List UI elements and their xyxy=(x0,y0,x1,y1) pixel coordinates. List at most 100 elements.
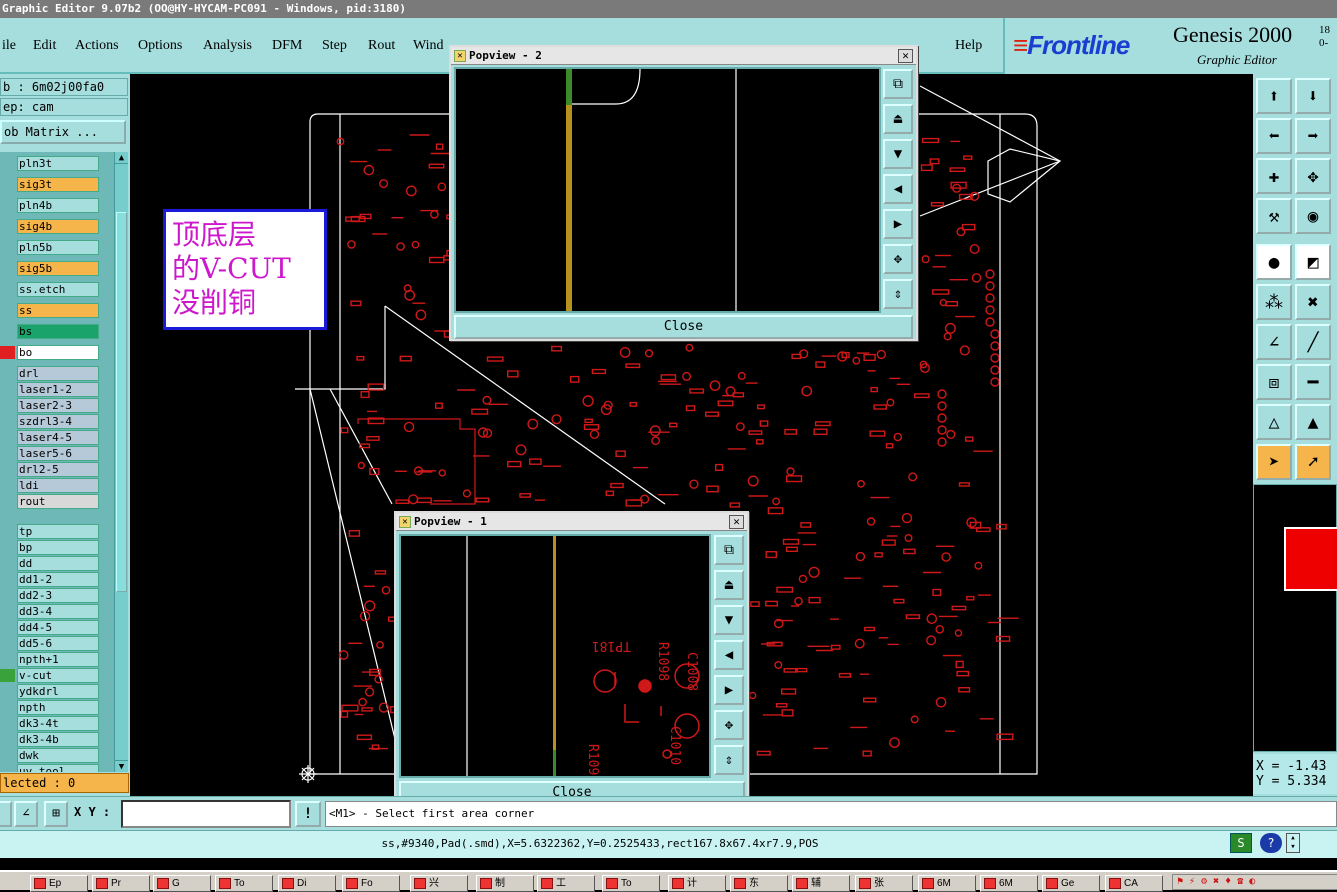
layer-row[interactable]: rout xyxy=(0,494,100,509)
taskbar-item[interactable]: 制 xyxy=(476,875,534,892)
pan-up-icon[interactable]: ⬆ xyxy=(1256,78,1292,114)
layer-row[interactable]: dd4-5 xyxy=(0,620,100,635)
taskbar-item[interactable]: To xyxy=(602,875,660,892)
connect-icon[interactable]: ⁂ xyxy=(1256,284,1292,320)
taskbar-item[interactable]: 工 xyxy=(537,875,595,892)
line-icon[interactable]: ╱ xyxy=(1295,324,1331,360)
skype-icon[interactable]: S xyxy=(1230,833,1252,853)
popview-1-canvas[interactable]: TP181 R1098 R1097 C1008 C1010 xyxy=(399,534,711,783)
taskbar-item[interactable]: Di xyxy=(278,875,336,892)
layer-row[interactable]: laser5-6 xyxy=(0,446,100,461)
job-matrix-button[interactable]: ob Matrix ... xyxy=(0,120,126,144)
layer-row[interactable]: bo xyxy=(0,345,100,360)
layer-row[interactable]: pln4b xyxy=(0,198,100,213)
taskbar-item[interactable]: Pr xyxy=(92,875,150,892)
layer-row[interactable]: tp xyxy=(0,524,100,539)
snap-icon[interactable]: ◉ xyxy=(1295,198,1331,234)
taskbar-item[interactable]: 6M xyxy=(918,875,976,892)
pan-left-icon[interactable]: ◀ xyxy=(883,174,913,204)
info-icon[interactable]: ! xyxy=(295,801,321,827)
popview-2-close-button[interactable]: Close xyxy=(454,315,913,339)
layer-row[interactable]: ldi xyxy=(0,478,100,493)
grid-icon[interactable]: ⊞ xyxy=(44,801,68,827)
layer-row[interactable]: dd5-6 xyxy=(0,636,100,651)
measure-icon[interactable]: ⚒ xyxy=(1256,198,1292,234)
layer-row[interactable]: sig3t xyxy=(0,177,100,192)
layer-row[interactable]: bp xyxy=(0,540,100,555)
menu-window[interactable]: Wind xyxy=(413,38,444,54)
xy-input[interactable] xyxy=(121,800,291,828)
spin-icon[interactable]: ▴ ▾ xyxy=(1286,833,1300,853)
pan-down-icon[interactable]: ▼ xyxy=(714,605,744,635)
pan-right-icon[interactable]: ▶ xyxy=(714,675,744,705)
zoom-in-icon[interactable]: ✚ xyxy=(1256,158,1292,194)
taskbar-item[interactable]: 辅 xyxy=(792,875,850,892)
menu-step[interactable]: Step xyxy=(322,38,347,54)
menu-help[interactable]: Help xyxy=(955,38,982,54)
layer-row[interactable]: dk3-4b xyxy=(0,732,100,747)
popview-2-window[interactable]: ✕ Popview - 2 ✕ ⧉ ⏏ ▼ ◀ ▶ ✥ ⇕ Close xyxy=(449,45,918,341)
angle-tool-icon[interactable]: ∠ xyxy=(14,801,38,827)
menu-dfm[interactable]: DFM xyxy=(272,38,302,54)
pan-left-icon[interactable]: ⬅ xyxy=(1256,118,1292,154)
angle-icon[interactable]: ∠ xyxy=(1256,324,1292,360)
layer-row[interactable]: sig5b xyxy=(0,261,100,276)
layer-row[interactable]: npth+1 xyxy=(0,652,100,667)
pan-right-icon[interactable]: ➡ xyxy=(1295,118,1331,154)
popview-2-canvas[interactable] xyxy=(454,67,881,313)
popview-1-close-icon[interactable]: ✕ xyxy=(729,515,744,529)
menu-file[interactable]: ile xyxy=(2,38,16,54)
zoom-home-icon[interactable]: ⧉ xyxy=(714,535,744,565)
select-pointer-alt-icon[interactable]: ➚ xyxy=(1295,444,1331,480)
menu-actions[interactable]: Actions xyxy=(75,38,119,54)
taskbar-item[interactable]: 东 xyxy=(730,875,788,892)
zoom-out-icon[interactable]: ✥ xyxy=(883,244,913,274)
pan-left-icon[interactable]: ◀ xyxy=(714,640,744,670)
select-pointer-icon[interactable]: ➤ xyxy=(1256,444,1292,480)
taskbar-item[interactable]: 6M xyxy=(980,875,1038,892)
triangle-icon[interactable]: △ xyxy=(1256,404,1292,440)
zoom-out-icon[interactable]: ✥ xyxy=(714,710,744,740)
layer-row[interactable]: dd3-4 xyxy=(0,604,100,619)
add-line-icon[interactable]: ◩ xyxy=(1295,244,1331,280)
layer-row[interactable]: sig4b xyxy=(0,219,100,234)
layer-row[interactable]: v-cut xyxy=(0,668,100,683)
zoom-home-icon[interactable]: ⧉ xyxy=(883,69,913,99)
menu-edit[interactable]: Edit xyxy=(33,38,56,54)
layer-row[interactable]: dd2-3 xyxy=(0,588,100,603)
popview-1-titlebar[interactable]: ✕ Popview - 1 xyxy=(396,513,747,531)
pan-down-icon[interactable]: ▼ xyxy=(883,139,913,169)
taskbar-item[interactable]: 兴 xyxy=(410,875,468,892)
layer-row[interactable]: ss.etch xyxy=(0,282,100,297)
taskbar-item[interactable]: To xyxy=(215,875,273,892)
popview-2-close-icon[interactable]: ✕ xyxy=(898,49,913,63)
taskbar-item[interactable]: Ge xyxy=(1042,875,1100,892)
menu-options[interactable]: Options xyxy=(138,38,182,54)
dash-icon[interactable]: ━ xyxy=(1295,364,1331,400)
move-icon[interactable]: ⧈ xyxy=(1256,364,1292,400)
layer-row[interactable]: pln3t xyxy=(0,156,100,171)
help-icon[interactable]: ? xyxy=(1260,833,1282,853)
taskbar-item[interactable]: Ep xyxy=(30,875,88,892)
taskbar-item[interactable]: CA xyxy=(1105,875,1163,892)
zoom-out-icon[interactable]: ✥ xyxy=(1295,158,1331,194)
taskbar-item[interactable]: Fo xyxy=(342,875,400,892)
zoom-fit-icon[interactable]: ⇕ xyxy=(714,745,744,775)
add-pad-icon[interactable]: ● xyxy=(1256,244,1292,280)
layer-row[interactable]: szdrl3-4 xyxy=(0,414,100,429)
layer-row[interactable]: ss xyxy=(0,303,100,318)
layer-row[interactable]: dd1-2 xyxy=(0,572,100,587)
zoom-fit-icon[interactable]: ⇕ xyxy=(883,279,913,309)
triangle-outline-icon[interactable]: ▲ xyxy=(1295,404,1331,440)
layer-row[interactable]: laser4-5 xyxy=(0,430,100,445)
layer-row[interactable]: ydkdrl xyxy=(0,684,100,699)
taskbar-item[interactable]: 计 xyxy=(668,875,726,892)
popview-1-window[interactable]: ✕Popview - 1 ✕ TP181 R1098 R1097 C1008 xyxy=(394,511,749,808)
layer-row[interactable]: drl xyxy=(0,366,100,381)
layer-row[interactable]: npth xyxy=(0,700,100,715)
menu-analysis[interactable]: Analysis xyxy=(203,38,252,54)
taskbar-item[interactable]: 张 xyxy=(855,875,913,892)
layer-row[interactable]: dd xyxy=(0,556,100,571)
layer-row[interactable]: uv_tool xyxy=(0,764,100,772)
layer-row[interactable]: bs xyxy=(0,324,100,339)
